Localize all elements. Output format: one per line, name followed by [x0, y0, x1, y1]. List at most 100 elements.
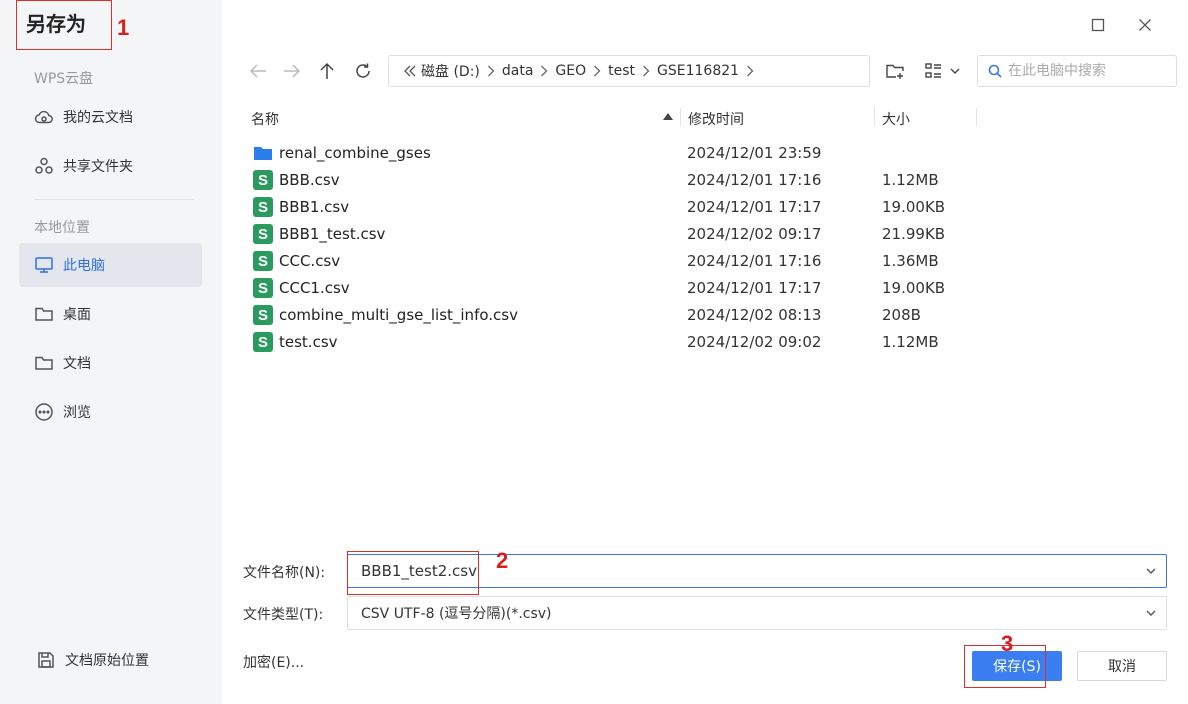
sidebar-item-my-cloud-docs[interactable]: 我的云文档	[19, 95, 202, 139]
breadcrumb-expand-icon[interactable]	[739, 65, 761, 77]
file-row[interactable]: S combine_multi_gse_list_info.csv 2024/1…	[246, 302, 986, 329]
annotation-box-title	[16, 0, 112, 50]
sidebar-item-browse[interactable]: 浏览	[19, 390, 202, 434]
file-size: 208B	[882, 306, 921, 324]
file-size: 19.00KB	[882, 198, 946, 216]
cancel-button[interactable]: 取消	[1077, 651, 1167, 681]
maximize-button[interactable]	[1085, 12, 1111, 38]
local-section-label: 本地位置	[34, 220, 90, 236]
file-size: 1.12MB	[882, 333, 939, 351]
list-view-icon	[925, 63, 960, 78]
annotation-number-1: 1	[117, 15, 130, 40]
view-mode-button[interactable]	[922, 58, 964, 84]
sidebar-item-label: 浏览	[63, 405, 91, 421]
save-location-icon	[35, 649, 57, 671]
arrow-up-icon	[320, 62, 334, 79]
up-button[interactable]	[314, 58, 340, 84]
breadcrumb-item-geo[interactable]: GEO	[555, 63, 586, 79]
close-button[interactable]	[1132, 12, 1158, 38]
file-name: renal_combine_gses	[279, 144, 431, 162]
chevron-down-icon[interactable]	[1144, 564, 1158, 578]
file-name: CCC1.csv	[279, 279, 350, 297]
column-header-name[interactable]: 名称	[251, 109, 279, 129]
file-modified: 2024/12/01 17:16	[687, 171, 822, 189]
filetype-value: CSV UTF-8 (逗号分隔)(*.csv)	[361, 606, 552, 622]
column-divider[interactable]	[680, 108, 681, 126]
breadcrumb-item-test[interactable]: test	[608, 63, 635, 79]
cloud-icon	[33, 106, 55, 128]
spreadsheet-icon: S	[253, 251, 273, 271]
file-name: BBB.csv	[279, 171, 340, 189]
arrow-right-icon	[284, 64, 301, 78]
sidebar-item-original-location[interactable]: 文档原始位置	[21, 638, 204, 682]
column-divider[interactable]	[874, 108, 875, 126]
column-divider[interactable]	[976, 108, 977, 126]
search-input[interactable]	[1008, 63, 1168, 79]
annotation-number-3: 3	[1001, 631, 1014, 656]
folder-icon	[253, 143, 273, 163]
file-name: BBB1_test.csv	[279, 225, 386, 243]
sidebar-item-label: 共享文件夹	[63, 159, 133, 175]
forward-button[interactable]	[279, 58, 305, 84]
chevron-down-icon[interactable]	[1144, 606, 1158, 620]
search-icon	[988, 64, 1002, 78]
refresh-button[interactable]	[350, 58, 376, 84]
file-name: BBB1.csv	[279, 198, 350, 216]
folder-icon	[33, 303, 55, 325]
file-row[interactable]: S BBB1_test.csv 2024/12/02 09:17 21.99KB	[246, 221, 986, 248]
breadcrumb-overflow-icon[interactable]	[399, 65, 421, 77]
monitor-icon	[33, 254, 55, 276]
chevron-right-icon	[533, 65, 555, 77]
breadcrumb-item-disk-d[interactable]: 磁盘 (D:)	[421, 61, 480, 81]
file-size: 1.36MB	[882, 252, 939, 270]
sidebar-item-documents[interactable]: 文档	[19, 341, 202, 385]
sidebar-item-label: 我的云文档	[63, 110, 133, 126]
breadcrumb-item-data[interactable]: data	[502, 63, 534, 79]
file-row[interactable]: S test.csv 2024/12/02 09:02 1.12MB	[246, 329, 986, 356]
sidebar-divider	[34, 199, 194, 200]
filetype-label: 文件类型(T):	[243, 607, 324, 623]
file-modified: 2024/12/02 09:02	[687, 333, 822, 351]
sort-ascending-icon[interactable]	[663, 113, 673, 120]
file-modified: 2024/12/02 08:13	[687, 306, 822, 324]
sidebar-item-label: 文档原始位置	[65, 653, 149, 669]
encrypt-link[interactable]: 加密(E)...	[243, 652, 304, 672]
file-size: 1.12MB	[882, 171, 939, 189]
file-modified: 2024/12/02 09:17	[687, 225, 822, 243]
sidebar-item-shared-folder[interactable]: 共享文件夹	[19, 144, 202, 188]
column-header-modified[interactable]: 修改时间	[688, 109, 744, 129]
file-name: test.csv	[279, 333, 338, 351]
file-modified: 2024/12/01 17:17	[687, 198, 822, 216]
annotation-number-2: 2	[496, 548, 509, 573]
file-modified: 2024/12/01 17:16	[687, 252, 822, 270]
arrow-left-icon	[249, 64, 266, 78]
spreadsheet-icon: S	[253, 224, 273, 244]
annotation-box-filename	[347, 551, 479, 595]
file-row[interactable]: S BBB.csv 2024/12/01 17:16 1.12MB	[246, 167, 986, 194]
back-button[interactable]	[245, 58, 271, 84]
file-row[interactable]: S BBB1.csv 2024/12/01 17:17 19.00KB	[246, 194, 986, 221]
column-header-size[interactable]: 大小	[882, 109, 910, 129]
search-box[interactable]	[977, 55, 1177, 87]
share-folder-icon	[33, 155, 55, 177]
file-size: 21.99KB	[882, 225, 946, 243]
breadcrumb-item-gse116821[interactable]: GSE116821	[657, 63, 739, 79]
sidebar-item-label: 桌面	[63, 307, 91, 323]
chevron-right-icon	[635, 65, 657, 77]
file-row[interactable]: renal_combine_gses 2024/12/01 23:59	[246, 140, 986, 167]
folder-icon	[33, 352, 55, 374]
sidebar-item-desktop[interactable]: 桌面	[19, 292, 202, 336]
sidebar-item-label: 文档	[63, 356, 91, 372]
cloud-section-label: WPS云盘	[34, 71, 94, 87]
file-row[interactable]: S CCC1.csv 2024/12/01 17:17 19.00KB	[246, 275, 986, 302]
chevron-right-icon	[480, 65, 502, 77]
sidebar-item-label: 此电脑	[63, 258, 105, 274]
close-icon	[1139, 19, 1151, 31]
file-row[interactable]: S CCC.csv 2024/12/01 17:16 1.36MB	[246, 248, 986, 275]
more-icon	[33, 401, 55, 423]
new-folder-button[interactable]	[882, 58, 908, 84]
file-name: combine_multi_gse_list_info.csv	[279, 306, 518, 324]
sidebar-item-this-pc[interactable]: 此电脑	[19, 243, 202, 287]
filetype-select[interactable]: CSV UTF-8 (逗号分隔)(*.csv)	[347, 596, 1167, 630]
file-modified: 2024/12/01 23:59	[687, 144, 822, 162]
